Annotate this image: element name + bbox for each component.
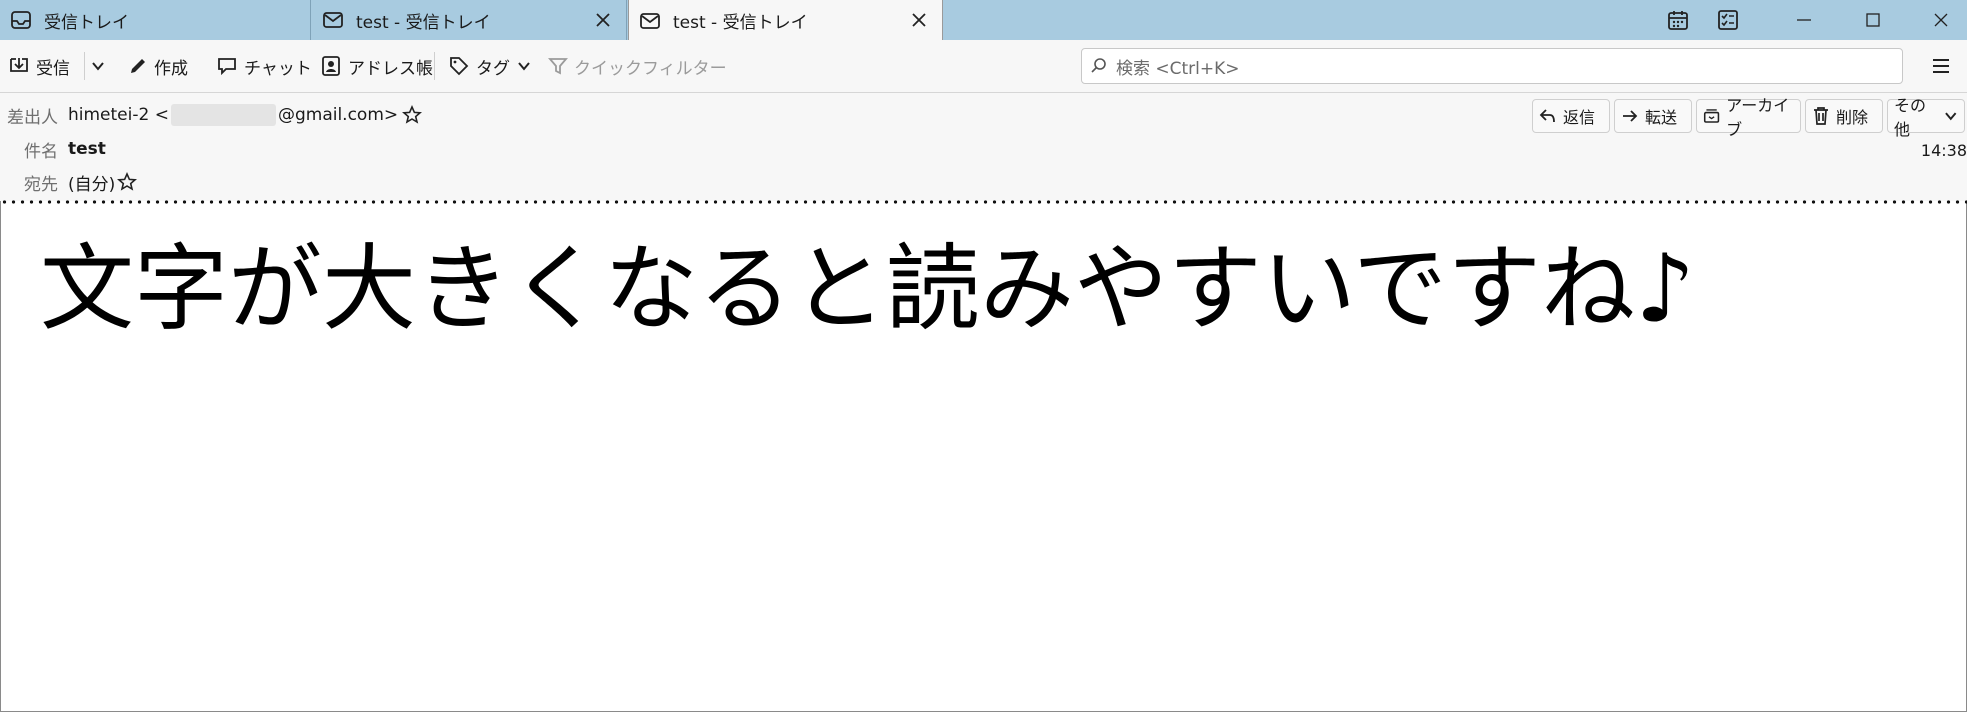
tab-message[interactable]: test - 受信トレイ	[312, 0, 627, 40]
tag-icon	[450, 57, 469, 76]
message-time: 14:38	[1920, 141, 1967, 160]
from-row: 差出人 himetei-2 < @gmail.com>	[0, 102, 423, 128]
hamburger-menu-icon	[1933, 59, 1949, 73]
toolbar-separator	[434, 52, 435, 80]
message-body-text: 文字が大きくなると読みやすいですね♪	[40, 235, 1696, 344]
tab-label: 受信トレイ	[44, 12, 129, 33]
search-input[interactable]: 検索 <Ctrl+K>	[1081, 48, 1903, 84]
get-messages-dropdown[interactable]	[90, 40, 112, 92]
maximize-icon[interactable]	[1857, 4, 1889, 36]
redacted-address	[170, 104, 276, 126]
from-name[interactable]: himetei-2 <	[68, 105, 169, 125]
tab-label: test - 受信トレイ	[356, 12, 491, 33]
to-row: 宛先 (自分)	[0, 169, 138, 195]
message-header: 差出人 himetei-2 < @gmail.com> 件名 test 宛先 (…	[0, 93, 1967, 201]
delete-button[interactable]: 削除	[1805, 99, 1883, 133]
get-messages-button[interactable]: 受信	[8, 40, 70, 92]
archive-button[interactable]: アーカイブ	[1696, 96, 1801, 139]
search-placeholder: 検索 <Ctrl+K>	[1116, 58, 1240, 79]
pencil-icon	[131, 59, 145, 73]
star-icon[interactable]	[402, 105, 423, 125]
app-menu-button[interactable]	[1930, 40, 1958, 92]
more-button[interactable]: その他	[1887, 96, 1965, 139]
toolbar-separator	[84, 52, 85, 80]
reply-button[interactable]: 返信	[1532, 99, 1610, 133]
forward-icon	[1623, 110, 1638, 122]
mail-icon	[323, 12, 343, 28]
chat-icon	[218, 58, 236, 76]
from-domain[interactable]: @gmail.com>	[278, 105, 398, 125]
address-book-icon	[322, 56, 340, 76]
trash-icon	[1814, 107, 1828, 125]
filter-icon	[548, 58, 568, 75]
reply-icon	[1539, 109, 1555, 123]
subject-label: 件名	[24, 141, 58, 162]
star-icon[interactable]	[117, 172, 138, 192]
to-value[interactable]: (自分)	[68, 170, 115, 195]
subject-row: 件名 test	[0, 136, 106, 162]
archive-icon	[1703, 109, 1720, 123]
write-button[interactable]: 作成	[128, 40, 188, 92]
tab-bar: 受信トレイ test - 受信トレイ test - 受信トレイ	[0, 0, 1967, 41]
address-book-button[interactable]: アドレス帳	[320, 40, 433, 92]
tab-label: test - 受信トレイ	[673, 13, 808, 33]
chevron-down-icon	[518, 62, 530, 71]
chat-button[interactable]: チャット	[216, 40, 312, 92]
download-icon	[10, 58, 28, 72]
subject-value: test	[68, 139, 106, 159]
to-label: 宛先	[24, 174, 58, 195]
tag-button[interactable]: タグ	[448, 40, 538, 92]
main-toolbar: 受信 作成 チャット アドレス帳 タグ クイックフィルター 検索 <Ctrl+K…	[0, 40, 1967, 93]
tab-message-active[interactable]: test - 受信トレイ	[628, 0, 943, 41]
mail-icon	[640, 12, 660, 29]
close-tab-icon[interactable]	[908, 9, 930, 31]
from-label: 差出人	[7, 107, 58, 128]
search-icon	[1091, 58, 1106, 73]
tab-inbox[interactable]: 受信トレイ	[0, 0, 311, 40]
quick-filter-button[interactable]: クイックフィルター	[548, 40, 727, 92]
chevron-down-icon	[92, 62, 104, 71]
calendar-icon[interactable]	[1662, 4, 1694, 36]
chevron-down-icon	[1945, 112, 1957, 121]
forward-button[interactable]: 転送	[1614, 99, 1692, 133]
tasks-icon[interactable]	[1712, 4, 1744, 36]
header-divider	[0, 199, 1967, 205]
minimize-icon[interactable]	[1788, 4, 1820, 36]
close-icon[interactable]	[1925, 4, 1957, 36]
inbox-icon	[11, 11, 31, 29]
close-tab-icon[interactable]	[592, 9, 614, 31]
